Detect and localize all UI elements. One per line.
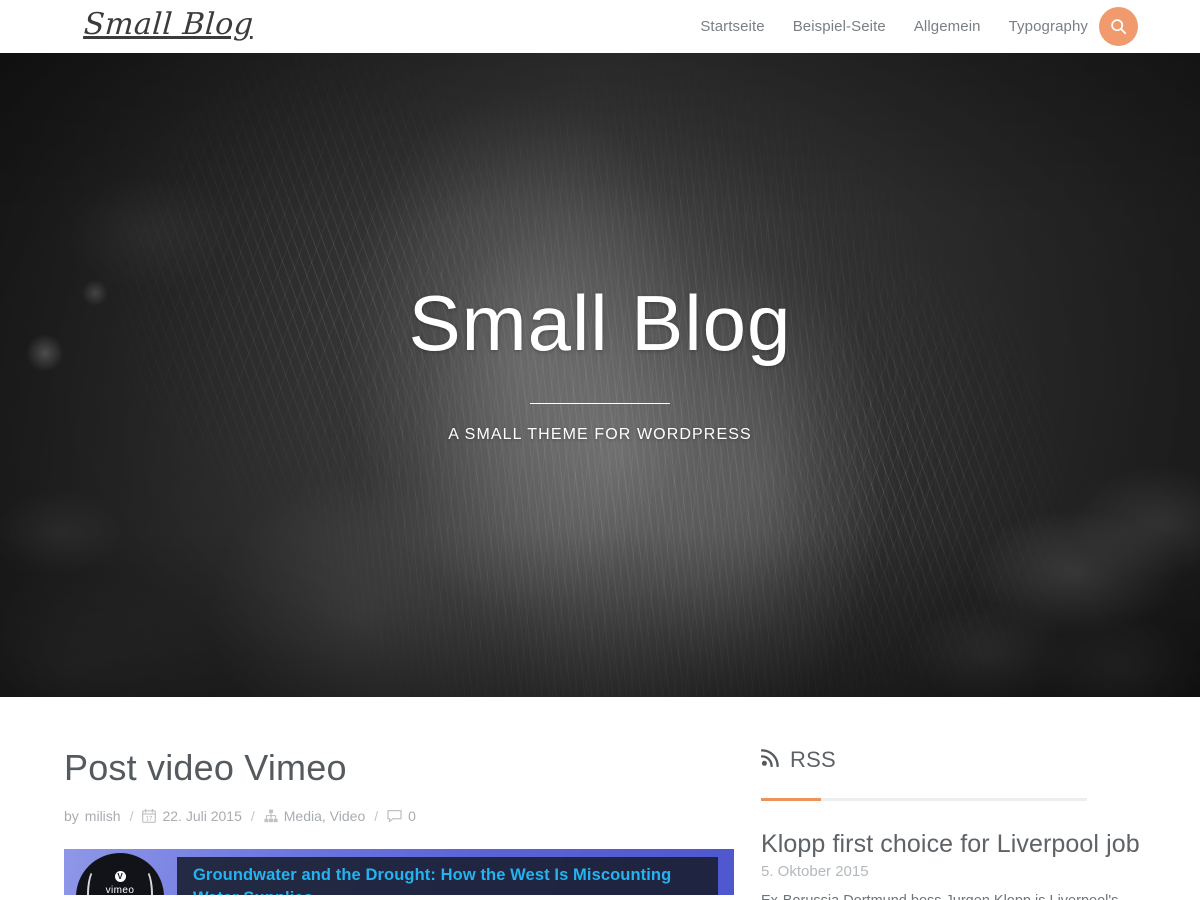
main-navigation: Startseite Beispiel-Seite Allgemein Typo… [700, 0, 1088, 53]
widget-title-text: RSS [790, 747, 836, 772]
page-body: Post video Vimeo by milish / 17 22. Juli… [0, 697, 1200, 900]
post-categories: Media, Video [264, 808, 365, 824]
vimeo-staff-pick-badge: V vimeo STAFF [78, 855, 162, 896]
svg-text:17: 17 [146, 816, 153, 823]
site-header: Small Blog Startseite Beispiel-Seite All… [0, 0, 1200, 53]
feed-item-date: 5. Oktober 2015 [761, 863, 869, 880]
hero-title: Small Blog [408, 279, 792, 367]
video-title[interactable]: Groundwater and the Drought: How the Wes… [193, 864, 702, 895]
post-video-embed[interactable]: V vimeo STAFF Groundwater and the Drough… [64, 849, 734, 896]
sidebar: RSS Klopp first choice for Liverpool job… [735, 747, 1200, 900]
post-author-link[interactable]: milish [85, 808, 121, 824]
widget-title-rss: RSS [760, 747, 1180, 773]
widget-accent-rule [761, 798, 1087, 801]
feed-item-excerpt: Ex-Borussia Dortmund boss Jurgen Klopp i… [761, 891, 1180, 900]
nav-item-typography[interactable]: Typography [1009, 18, 1088, 35]
video-info-panel: Groundwater and the Drought: How the Wes… [177, 857, 718, 896]
site-logo[interactable]: Small Blog [83, 7, 255, 42]
post-date-text: 22. Juli 2015 [162, 808, 242, 825]
meta-separator-2: / [250, 808, 255, 825]
post-comments-count[interactable]: 0 [408, 808, 416, 824]
wreath-left-icon [87, 869, 103, 896]
comment-icon [387, 809, 402, 823]
hero-content: Small Blog A SMALL THEME FOR WORDPRESS [0, 53, 1200, 697]
wreath-right-icon [137, 869, 153, 896]
post-article: Post video Vimeo by milish / 17 22. Juli… [64, 747, 734, 896]
vimeo-mark-icon: V [114, 871, 126, 883]
main-content: Post video Vimeo by milish / 17 22. Juli… [0, 747, 735, 900]
meta-separator-1: / [129, 808, 134, 825]
search-icon [1110, 18, 1127, 35]
rss-widget: RSS Klopp first choice for Liverpool job… [760, 747, 1180, 900]
post-date: 17 22. Juli 2015 [142, 808, 242, 825]
nav-item-beispiel-seite[interactable]: Beispiel-Seite [793, 18, 886, 35]
rss-icon [760, 747, 780, 773]
calendar-icon: 17 [142, 809, 157, 824]
post-title[interactable]: Post video Vimeo [64, 747, 705, 788]
hero-banner: Small Blog A SMALL THEME FOR WORDPRESS [0, 53, 1200, 697]
nav-item-startseite[interactable]: Startseite [700, 18, 764, 35]
post-categories-link[interactable]: Media, Video [284, 808, 365, 824]
post-meta: by milish / 17 22. Juli 2015 / Media, Vi… [64, 808, 705, 824]
vimeo-brand-text: vimeo [105, 885, 135, 896]
nav-item-allgemein[interactable]: Allgemein [914, 18, 981, 35]
post-author-prefix: by [64, 808, 79, 825]
hero-tagline: A SMALL THEME FOR WORDPRESS [448, 426, 752, 443]
meta-separator-3: / [374, 808, 379, 825]
rss-feed-item: Klopp first choice for Liverpool job 5. … [761, 829, 1180, 900]
post-comments: 0 [387, 808, 416, 824]
search-toggle-button[interactable] [1099, 7, 1138, 46]
post-author: by milish [64, 808, 121, 824]
hero-divider [530, 403, 670, 404]
sitemap-icon [264, 809, 278, 823]
feed-item-title[interactable]: Klopp first choice for Liverpool job [761, 829, 1180, 859]
